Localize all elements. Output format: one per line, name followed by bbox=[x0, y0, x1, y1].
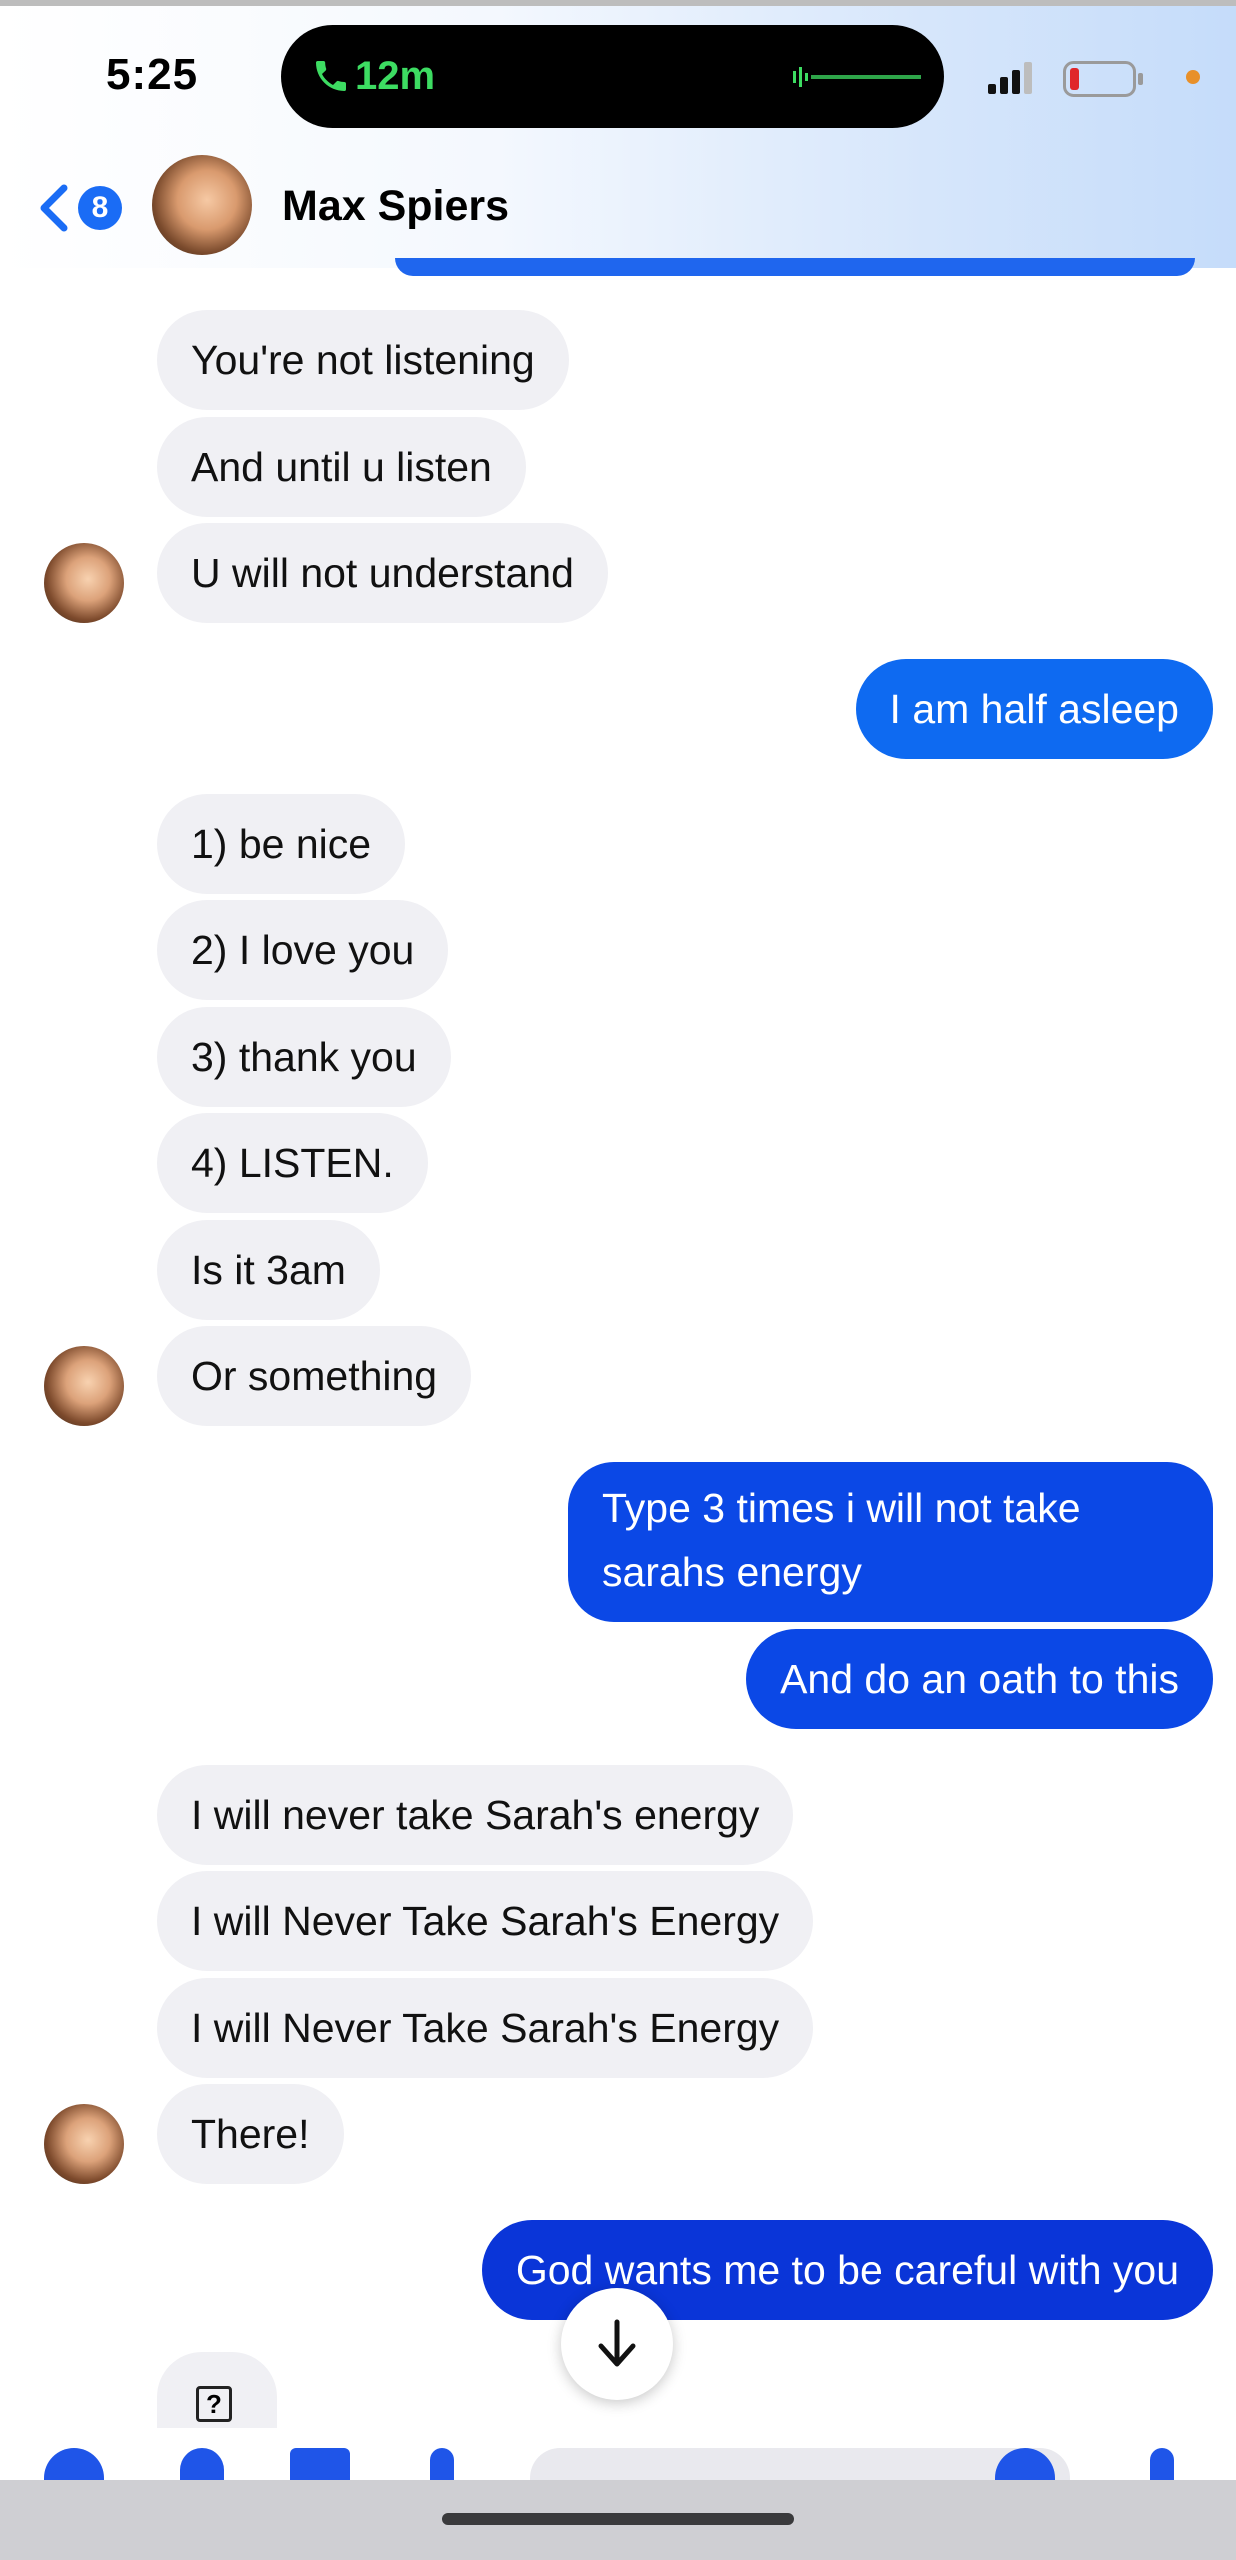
scroll-to-bottom-button[interactable] bbox=[561, 2288, 673, 2400]
arrow-down-icon bbox=[598, 2319, 636, 2367]
composer-icon-edge bbox=[1150, 2448, 1174, 2482]
audio-waveform-icon bbox=[793, 67, 921, 87]
incoming-message[interactable]: And until u listen bbox=[157, 417, 526, 517]
message-input-edge[interactable] bbox=[530, 2448, 1070, 2482]
question-box-icon[interactable]: ? bbox=[196, 2386, 232, 2422]
outgoing-message[interactable]: I am half asleep bbox=[855, 659, 1213, 759]
composer-icon-edge bbox=[290, 2448, 350, 2482]
status-time: 5:25 bbox=[106, 50, 199, 99]
outgoing-message[interactable]: Type 3 times i will not take sarahs ener… bbox=[568, 1462, 1213, 1622]
composer-icon-edge bbox=[430, 2448, 454, 2482]
incoming-message[interactable]: 2) I love you bbox=[157, 900, 449, 1000]
chevron-left-icon bbox=[40, 184, 68, 232]
top-edge bbox=[0, 0, 1236, 6]
sender-avatar[interactable] bbox=[44, 1346, 124, 1426]
previous-message-edge bbox=[395, 258, 1195, 276]
contact-avatar[interactable] bbox=[152, 155, 252, 255]
back-button[interactable]: 8 bbox=[36, 182, 126, 234]
phone-icon bbox=[316, 61, 346, 91]
dynamic-island-call[interactable]: 12m bbox=[281, 25, 944, 128]
incoming-message[interactable]: I will never take Sarah's energy bbox=[157, 1765, 794, 1865]
cellular-signal-icon bbox=[988, 62, 1032, 94]
incoming-message[interactable]: Or something bbox=[157, 1326, 472, 1426]
sender-avatar[interactable] bbox=[44, 2104, 124, 2184]
incoming-message[interactable]: I will Never Take Sarah's Energy bbox=[157, 1978, 814, 2078]
unread-count-badge: 8 bbox=[78, 186, 122, 230]
home-indicator[interactable] bbox=[442, 2513, 794, 2525]
privacy-indicator-dot bbox=[1186, 70, 1200, 84]
incoming-message[interactable]: 3) thank you bbox=[157, 1007, 451, 1107]
call-duration: 12m bbox=[355, 54, 436, 98]
incoming-message[interactable]: You're not listening bbox=[157, 310, 569, 410]
outgoing-message[interactable]: And do an oath to this bbox=[746, 1629, 1213, 1729]
sender-avatar[interactable] bbox=[44, 543, 124, 623]
incoming-message[interactable]: Is it 3am bbox=[157, 1220, 380, 1320]
contact-name[interactable]: Max Spiers bbox=[282, 182, 509, 231]
incoming-message[interactable]: 1) be nice bbox=[157, 794, 406, 894]
incoming-message[interactable]: I will Never Take Sarah's Energy bbox=[157, 1871, 814, 1971]
incoming-message[interactable]: U will not understand bbox=[157, 523, 608, 623]
incoming-message[interactable]: 4) LISTEN. bbox=[157, 1113, 428, 1213]
battery-icon bbox=[1063, 61, 1143, 97]
incoming-message[interactable]: There! bbox=[157, 2084, 344, 2184]
